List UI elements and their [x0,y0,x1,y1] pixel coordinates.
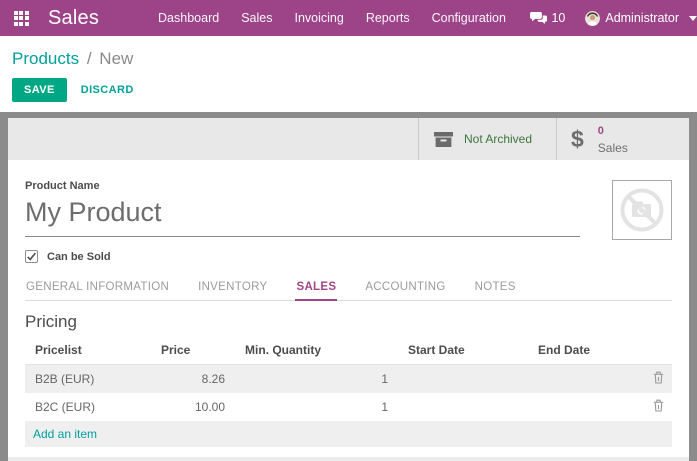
apps-menu-button[interactable] [0,0,42,36]
col-min-quantity[interactable]: Min. Quantity [235,339,398,365]
cell-price[interactable]: 10.00 [151,393,235,421]
sales-stat-button[interactable]: $ 0 Sales [556,118,689,160]
user-name: Administrator [605,11,679,25]
cell-pricelist[interactable]: B2B (EUR) [25,365,151,394]
cell-start-date[interactable] [398,365,528,394]
form-view-background: Not Archived $ 0 Sales Product Name [0,112,697,461]
delete-row-button[interactable] [643,393,672,421]
pricing-table: Pricelist Price Min. Quantity Start Date… [25,339,672,447]
checkmark-icon [26,251,37,262]
breadcrumb-separator: / [84,49,95,68]
breadcrumb: Products / New [12,49,697,69]
title-row: Product Name [25,180,672,240]
menu-configuration[interactable]: Configuration [421,0,517,36]
cell-end-date[interactable] [528,393,643,421]
can-be-sold-field: Can be Sold [25,250,672,263]
col-pricelist[interactable]: Pricelist [25,339,151,365]
messages-count: 10 [551,11,565,25]
user-menu-caret-icon [689,16,697,21]
menu-invoicing[interactable]: Invoicing [283,0,354,36]
tab-sales[interactable]: SALES [295,277,337,301]
cell-pricelist[interactable]: B2C (EUR) [25,393,151,421]
sheet-body: Product Name [8,160,689,447]
product-name-label: Product Name [25,180,580,192]
discard-button[interactable]: DISCARD [69,79,146,101]
pricing-section-title: Pricing [25,312,672,332]
navbar-right: 10 Administrator [524,11,697,26]
sales-stat-label: Sales [598,141,628,155]
cell-start-date[interactable] [398,393,528,421]
breadcrumb-products-link[interactable]: Products [12,49,79,68]
save-button[interactable]: SAVE [12,78,67,102]
sales-stat-value: 0 [598,125,604,137]
product-name-block: Product Name [25,180,580,237]
cell-min-quantity[interactable]: 1 [235,365,398,394]
breadcrumb-current: New [99,49,133,68]
sales-stat-stack: 0 Sales [598,121,628,158]
no-camera-icon [613,181,671,239]
top-navbar: Sales Dashboard Sales Invoicing Reports … [0,0,697,36]
product-name-input[interactable] [25,194,580,237]
trash-icon [653,399,664,412]
pricing-row-b2b[interactable]: B2B (EUR) 8.26 1 [25,365,672,394]
tab-inventory[interactable]: INVENTORY [197,277,268,301]
user-menu-button[interactable]: Administrator [585,11,697,26]
add-item-row[interactable]: Add an item [25,421,672,447]
main-menu: Dashboard Sales Invoicing Reports Config… [147,0,517,36]
menu-sales[interactable]: Sales [230,0,283,36]
col-delete [643,339,672,365]
cell-price[interactable]: 8.26 [151,365,235,394]
pricing-row-b2c[interactable]: B2C (EUR) 10.00 1 [25,393,672,421]
notebook-tabs: GENERAL INFORMATION INVENTORY SALES ACCO… [25,277,672,301]
tab-accounting[interactable]: ACCOUNTING [364,277,446,301]
add-item-link[interactable]: Add an item [25,421,672,447]
col-price[interactable]: Price [151,339,235,365]
tab-notes[interactable]: NOTES [474,277,517,301]
dollar-icon: $ [571,126,584,153]
form-action-buttons: SAVE DISCARD [12,78,697,102]
pricing-table-header: Pricelist Price Min. Quantity Start Date… [25,339,672,365]
cell-min-quantity[interactable]: 1 [235,393,398,421]
messages-button[interactable]: 10 [524,11,571,25]
delete-row-button[interactable] [643,365,672,394]
product-image-placeholder[interactable] [612,180,672,240]
can-be-sold-checkbox[interactable] [25,250,38,263]
menu-dashboard[interactable]: Dashboard [147,0,230,36]
next-section-edge [8,457,689,461]
col-start-date[interactable]: Start Date [398,339,528,365]
archived-status-label: Not Archived [464,132,532,146]
trash-icon [653,371,664,384]
control-panel: Products / New SAVE DISCARD [0,36,697,112]
tab-general-information[interactable]: GENERAL INFORMATION [25,277,170,301]
apps-grid-icon [14,11,29,26]
product-form-sheet: Not Archived $ 0 Sales Product Name [8,118,689,461]
archived-toggle-button[interactable]: Not Archived [418,118,556,160]
can-be-sold-label: Can be Sold [47,251,111,263]
chat-bubbles-icon [530,11,547,25]
user-avatar [585,11,600,26]
menu-reports[interactable]: Reports [355,0,421,36]
app-title[interactable]: Sales [48,7,99,30]
col-end-date[interactable]: End Date [528,339,643,365]
archive-box-icon [433,131,454,148]
cell-end-date[interactable] [528,365,643,394]
stat-button-strip: Not Archived $ 0 Sales [8,118,689,160]
